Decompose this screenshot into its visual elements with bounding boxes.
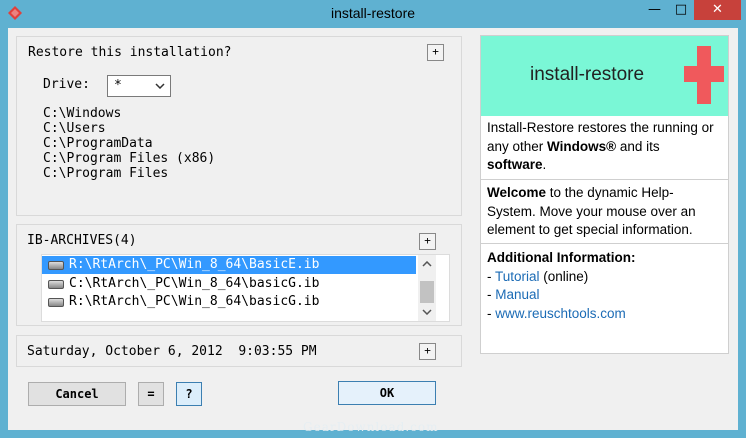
help-link-row: - www.reuschtools.com [481,305,728,324]
maximize-button[interactable]: □ [668,0,694,20]
help-welcome: Welcome to the dynamic Help-System. Move… [481,184,728,240]
close-button[interactable]: ✕ [694,0,741,20]
help-divider [481,243,728,244]
cancel-button[interactable]: Cancel [28,382,126,406]
help-additional: Additional Information: - Tutorial (onli… [481,249,728,323]
datetime-expand-button[interactable]: + [419,343,436,360]
path-item: C:\ProgramData [43,136,153,151]
help-button[interactable]: ? [176,382,202,406]
help-header: install-restore [481,36,728,116]
help-intro-bold-windows: Windows® [547,138,617,154]
chevron-down-icon [155,83,165,89]
archive-path: R:\RtArch\_PC\Win_8_64\BasicE.ib [69,257,320,272]
help-title: install-restore [530,64,645,85]
list-item[interactable]: C:\RtArch\_PC\Win_8_64\basicG.ib [42,275,416,293]
help-welcome-bold: Welcome [487,185,547,200]
cross-logo-icon [684,46,724,104]
help-intro-bold-software: software [487,157,543,172]
help-intro-text-3: . [542,157,547,172]
ok-button[interactable]: OK [338,381,436,405]
drive-select[interactable]: * [107,75,171,97]
scroll-down-icon[interactable] [422,309,432,315]
restore-expand-button[interactable]: + [427,44,444,61]
website-link[interactable]: www.reuschtools.com [495,306,626,321]
archive-list[interactable]: R:\RtArch\_PC\Win_8_64\BasicE.ib C:\RtAr… [41,254,450,322]
path-list: C:\Windows C:\Users C:\ProgramData C:\Pr… [43,106,215,181]
app-window: install-restore — □ ✕ Restore this insta… [0,0,746,438]
minimize-button[interactable]: — [641,0,668,20]
restore-heading: Restore this installation? [28,45,232,60]
title-bar[interactable]: install-restore — □ ✕ [0,0,746,28]
drive-value: * [114,78,122,93]
drive-icon [48,280,64,289]
equals-button[interactable]: = [138,382,164,406]
archive-path: R:\RtArch\_PC\Win_8_64\basicG.ib [69,294,320,309]
path-item: C:\Users [43,121,106,136]
help-intro-text-2: and its [616,138,660,154]
drive-label: Drive: [43,77,90,92]
drive-icon [48,261,64,270]
scroll-thumb[interactable] [420,281,434,303]
path-item: C:\Program Files (x86) [43,151,216,166]
list-item[interactable]: R:\RtArch\_PC\Win_8_64\BasicE.ib [42,256,416,274]
help-panel: install-restore Install-Restore restores… [480,35,729,354]
link-suffix: (online) [539,268,589,284]
link-bullet: - [487,268,496,284]
archives-heading: IB-ARCHIVES(4) [27,233,137,248]
path-item: C:\Program Files [43,166,169,181]
client-area: Restore this installation? + Drive: * C:… [8,28,738,430]
help-link-row: - Manual [481,286,728,305]
drive-icon [48,298,64,307]
link-bullet: - [487,287,496,302]
help-divider [481,179,728,180]
path-item: C:\Windows [43,106,122,121]
list-item[interactable]: R:\RtArch\_PC\Win_8_64\basicG.ib [42,293,416,311]
help-link-row: - Tutorial (online) [481,268,728,287]
help-additional-heading: Additional Information: [487,250,636,265]
tutorial-link[interactable]: Tutorial [495,269,540,284]
help-intro: Install-Restore restores the running or … [481,119,728,175]
datetime-text: Saturday, October 6, 2012 9:03:55 PM [27,344,317,359]
watermark: GearDownload.com [303,420,439,434]
link-bullet: - [487,305,496,321]
manual-link[interactable]: Manual [495,287,539,302]
window-title: install-restore [330,5,416,21]
restore-panel: Restore this installation? + Drive: * C:… [16,36,462,216]
scroll-up-icon[interactable] [422,261,432,267]
list-scrollbar[interactable] [418,255,436,321]
archives-expand-button[interactable]: + [419,233,436,250]
archive-path: C:\RtArch\_PC\Win_8_64\basicG.ib [69,276,320,291]
